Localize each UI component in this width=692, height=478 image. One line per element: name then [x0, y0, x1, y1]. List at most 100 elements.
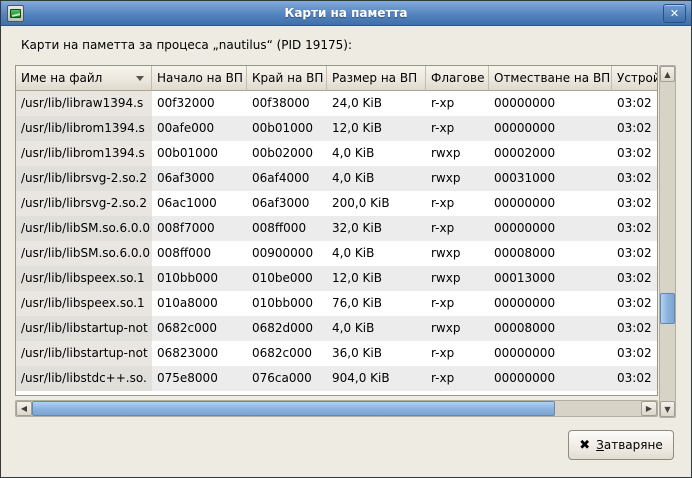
cell-vm-offset: 00000000 — [489, 91, 612, 116]
cell-filename: /usr/lib/librsvg-2.so.2 — [16, 191, 152, 216]
cell-vm-end: 0682c000 — [247, 341, 327, 366]
table-row[interactable]: /usr/lib/librom1394.s 00b01000 00b02000 … — [16, 141, 658, 166]
table-row[interactable]: /usr/lib/librom1394.s 00afe000 00b01000 … — [16, 116, 658, 141]
cell-vm-start: 06823000 — [152, 341, 247, 366]
cell-flags: r-xp — [426, 91, 489, 116]
cell-vm-offset: 00000000 — [489, 191, 612, 216]
cell-flags: r-xp — [426, 191, 489, 216]
table-row[interactable]: /usr/lib/libSM.so.6.0.0 008ff000 0090000… — [16, 241, 658, 266]
table-row[interactable]: /usr/lib/librsvg-2.so.2 06af3000 06af400… — [16, 166, 658, 191]
cell-vm-offset: 00000000 — [489, 216, 612, 241]
cell-flags: r-xp — [426, 366, 489, 391]
table-row[interactable]: /usr/lib/libspeex.so.1 010a8000 010bb000… — [16, 291, 658, 316]
cell-filename: /usr/lib/libSM.so.6.0.0 — [16, 241, 152, 266]
column-header-vm-offset[interactable]: Отместване на ВП — [489, 66, 612, 91]
memory-maps-dialog: Карти на паметта ✕ Карти на паметта за п… — [0, 0, 692, 478]
table-row[interactable]: /usr/lib/libstdc++.so. 075e8000 076ca000… — [16, 366, 658, 391]
cell-flags: rwxp — [426, 166, 489, 191]
cell-filename: /usr/lib/libSM.so.6.0.0 — [16, 216, 152, 241]
column-header-flags[interactable]: Флагове — [426, 66, 489, 91]
column-header-device[interactable]: Устройство — [612, 66, 658, 91]
cell-vm-offset: 00013000 — [489, 266, 612, 291]
cell-flags: r-xp — [426, 291, 489, 316]
cell-filename: /usr/lib/librom1394.s — [16, 141, 152, 166]
table-row[interactable]: /usr/lib/librsvg-2.so.2 06ac1000 06af300… — [16, 191, 658, 216]
horizontal-scrollbar[interactable]: ◀ ▶ — [15, 400, 658, 417]
table-row[interactable]: /usr/lib/libstartup-not 0682c000 0682d00… — [16, 316, 658, 341]
cell-flags: rwxp — [426, 266, 489, 291]
cell-vm-size: 76,0 KiB — [327, 291, 426, 316]
cell-filename: /usr/lib/librsvg-2.so.2 — [16, 166, 152, 191]
cell-filename: /usr/lib/libstdc++.so. — [16, 366, 152, 391]
cell-vm-size: 4,0 KiB — [327, 316, 426, 341]
close-dialog-button[interactable]: ✖ Затваряне — [568, 430, 674, 460]
column-header-vm-end[interactable]: Край на ВП — [247, 66, 327, 91]
table-row[interactable]: /usr/lib/libstartup-not 06823000 0682c00… — [16, 341, 658, 366]
vertical-scrollbar-thumb[interactable] — [660, 293, 675, 324]
cell-vm-end: 00b02000 — [247, 141, 327, 166]
cell-vm-size: 32,0 KiB — [327, 216, 426, 241]
memory-maps-table: Име на файл Начало на ВП Край на ВП Разм… — [15, 65, 658, 396]
table-row[interactable]: /usr/lib/libraw1394.s 00f32000 00f38000 … — [16, 91, 658, 116]
cell-vm-start: 0682c000 — [152, 316, 247, 341]
cell-device: 03:02 — [612, 291, 658, 316]
cell-flags: r-xp — [426, 216, 489, 241]
cell-vm-end: 010be000 — [247, 266, 327, 291]
scroll-right-icon[interactable]: ▶ — [641, 401, 657, 416]
cell-vm-size: 4,0 KiB — [327, 241, 426, 266]
cell-vm-end: 00900000 — [247, 241, 327, 266]
column-header-vm-size[interactable]: Размер на ВП — [327, 66, 426, 91]
cell-vm-size: 904,0 KiB — [327, 366, 426, 391]
cell-vm-offset: 00000000 — [489, 341, 612, 366]
cell-vm-start: 00f32000 — [152, 91, 247, 116]
cell-vm-size: 4,0 KiB — [327, 166, 426, 191]
cell-device: 03:02 — [612, 366, 658, 391]
dialog-description: Карти на паметта за процеса „nautilus“ (… — [21, 38, 352, 52]
column-header-filename[interactable]: Име на файл — [16, 66, 152, 91]
cell-vm-size: 12,0 KiB — [327, 266, 426, 291]
cell-flags: rwxp — [426, 141, 489, 166]
table-row[interactable]: /usr/lib/libSM.so.6.0.0 008f7000 008ff00… — [16, 216, 658, 241]
cell-vm-start: 06af3000 — [152, 166, 247, 191]
cell-vm-start: 008ff000 — [152, 241, 247, 266]
sort-descending-icon — [136, 76, 144, 81]
cell-vm-offset: 00000000 — [489, 366, 612, 391]
cell-vm-end: 008ff000 — [247, 216, 327, 241]
cell-device: 03:02 — [612, 216, 658, 241]
vertical-scrollbar[interactable]: ▲ ▼ — [659, 65, 676, 418]
scroll-left-icon[interactable]: ◀ — [16, 401, 32, 416]
cell-vm-offset: 00000000 — [489, 291, 612, 316]
cell-filename: /usr/lib/libraw1394.s — [16, 91, 152, 116]
cell-device: 03:02 — [612, 266, 658, 291]
cell-vm-size: 12,0 KiB — [327, 116, 426, 141]
cell-vm-start: 010bb000 — [152, 266, 247, 291]
table-row[interactable]: /usr/lib/libspeex.so.1 010bb000 010be000… — [16, 266, 658, 291]
cell-flags: rwxp — [426, 241, 489, 266]
close-x-icon: ✖ — [579, 438, 590, 453]
scroll-down-icon[interactable]: ▼ — [660, 401, 675, 417]
cell-vm-start: 06ac1000 — [152, 191, 247, 216]
cell-vm-end: 00b01000 — [247, 116, 327, 141]
cell-vm-offset: 00008000 — [489, 241, 612, 266]
cell-vm-size: 200,0 KiB — [327, 191, 426, 216]
cell-vm-end: 00f38000 — [247, 91, 327, 116]
cell-device: 03:02 — [612, 316, 658, 341]
scroll-up-icon[interactable]: ▲ — [660, 66, 675, 82]
table-body: /usr/lib/libraw1394.s 00f32000 00f38000 … — [16, 91, 658, 391]
cell-device: 03:02 — [612, 141, 658, 166]
cell-vm-end: 06af3000 — [247, 191, 327, 216]
cell-vm-start: 010a8000 — [152, 291, 247, 316]
cell-vm-start: 008f7000 — [152, 216, 247, 241]
cell-device: 03:02 — [612, 91, 658, 116]
cell-device: 03:02 — [612, 191, 658, 216]
cell-vm-offset: 00031000 — [489, 166, 612, 191]
column-header-vm-start[interactable]: Начало на ВП — [152, 66, 247, 91]
cell-vm-end: 076ca000 — [247, 366, 327, 391]
titlebar[interactable]: Карти на паметта ✕ — [1, 1, 691, 26]
cell-vm-end: 010bb000 — [247, 291, 327, 316]
cell-flags: r-xp — [426, 341, 489, 366]
horizontal-scrollbar-thumb[interactable] — [32, 401, 555, 416]
window-close-button[interactable]: ✕ — [663, 4, 686, 23]
cell-vm-end: 0682d000 — [247, 316, 327, 341]
system-monitor-icon — [7, 5, 24, 22]
